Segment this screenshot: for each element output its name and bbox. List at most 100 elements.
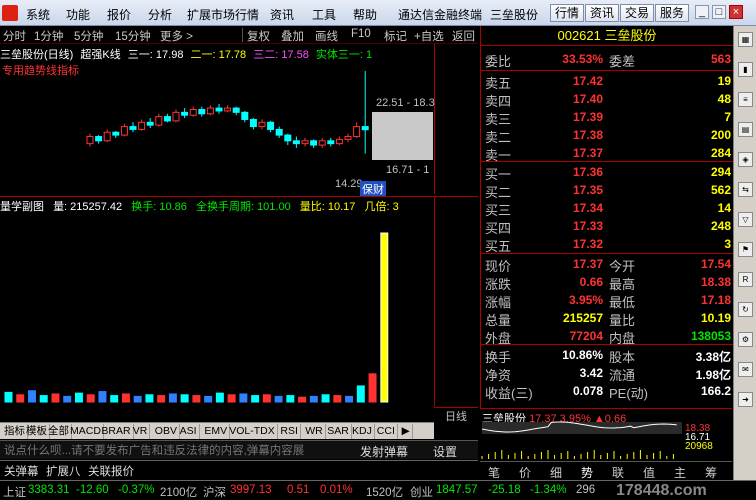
bid-row[interactable]: 买二 17.35 562 [481, 181, 733, 200]
grid-icon[interactable]: ▤ [738, 122, 753, 137]
menu-tools[interactable]: 工具 [312, 6, 336, 23]
period-5min[interactable]: 5分钟 [74, 28, 103, 44]
quote-tab[interactable]: 势 [581, 464, 593, 481]
candle [138, 121, 146, 130]
volume-bar [74, 392, 83, 403]
overlay-button[interactable]: 叠加 [281, 28, 304, 44]
cy-index-value: 1847.57 [436, 484, 478, 496]
fund-row: 换手 10.86% 股本 3.38亿 [481, 346, 733, 365]
filter-icon[interactable]: ▽ [738, 212, 753, 227]
ask-row[interactable]: 卖四 17.40 48 [481, 90, 733, 109]
order-ratio-row: 委比 33.53% 委差 563 [481, 50, 733, 69]
bid-row[interactable]: 买一 17.36 294 [481, 163, 733, 182]
danmaku-send-button[interactable]: 发射弹幕 [360, 443, 408, 460]
adjust-button[interactable]: 复权 [247, 28, 270, 44]
tab-extension[interactable]: 扩展八 [46, 463, 81, 479]
bid-row[interactable]: 买三 17.34 14 [481, 199, 733, 218]
indicator-tab[interactable]: WR [303, 424, 326, 439]
volume-chart[interactable] [0, 196, 434, 406]
indicator-tab[interactable]: BRAR [99, 424, 134, 439]
mark-button[interactable]: 标记 [384, 28, 407, 44]
period-day-label[interactable]: 日线 [434, 407, 478, 423]
sh-index-name[interactable]: 上证 [3, 484, 26, 500]
menu-function[interactable]: 功能 [66, 6, 90, 23]
flag-icon[interactable]: ⚑ [738, 242, 753, 257]
quote-tab[interactable]: 主 [674, 464, 686, 481]
chart-icon[interactable]: ▦ [738, 32, 753, 47]
quote-button[interactable]: 行情 [550, 4, 585, 22]
service-button[interactable]: 服务 [655, 4, 690, 22]
settings-icon[interactable]: ⚙ [738, 332, 753, 347]
period-more[interactable]: 更多 > [160, 28, 193, 44]
low-price-label: 14.29 [335, 178, 363, 190]
f10-button[interactable]: F10 [351, 28, 371, 40]
ask-row[interactable]: 卖三 17.39 7 [481, 108, 733, 127]
tab-close-danmaku[interactable]: 关弹幕 [4, 463, 39, 479]
quote-tab[interactable]: 值 [643, 464, 655, 481]
menu-system[interactable]: 系统 [26, 6, 50, 23]
quote-tab[interactable]: 价 [519, 464, 531, 481]
list-icon[interactable]: ≡ [738, 92, 753, 107]
menu-analysis[interactable]: 分析 [148, 6, 172, 23]
menu-help[interactable]: 帮助 [353, 6, 377, 23]
trade-button[interactable]: 交易 [620, 4, 655, 22]
ask-row[interactable]: 卖一 17.37 284 [481, 144, 733, 163]
quote-tab[interactable]: 筹 [705, 464, 717, 481]
full-turnover-label: 全换手周期: 101.00 [195, 201, 291, 213]
maximize-icon[interactable]: □ [712, 5, 726, 19]
bar-icon[interactable]: ▮ [738, 62, 753, 77]
menu-news[interactable]: 资讯 [270, 6, 294, 23]
quote-tab[interactable]: 笔 [488, 464, 500, 481]
indicator-tab[interactable]: ASI [178, 424, 200, 439]
multiple-label: 几倍: 3 [364, 201, 399, 213]
info-button[interactable]: 资讯 [585, 4, 620, 22]
ask-row[interactable]: 卖二 17.38 200 [481, 126, 733, 145]
indicator-tab[interactable]: KDJ [350, 424, 375, 439]
indicator-tab[interactable]: SAR [325, 424, 352, 439]
volume-bar [86, 394, 95, 403]
rsi-icon[interactable]: R [738, 272, 753, 287]
app-logo-icon [2, 5, 18, 21]
mini-intraday-chart[interactable]: 三垒股份 17.37 3.95% ▲0.66 18.38 16.71 20968 [480, 408, 732, 460]
bid-row[interactable]: 买四 17.33 248 [481, 217, 733, 236]
volume-bar [180, 394, 189, 403]
danmaku-settings-button[interactable]: 设置 [433, 443, 457, 460]
compare-icon[interactable]: ⇆ [738, 182, 753, 197]
menu-quote[interactable]: 报价 [107, 6, 131, 23]
cy-index-name[interactable]: 创业 [410, 484, 433, 500]
refresh-icon[interactable]: ↻ [738, 302, 753, 317]
volume-bar [98, 391, 107, 403]
quote-tab[interactable]: 联 [612, 464, 624, 481]
tab-related-quote[interactable]: 关联报价 [88, 463, 134, 479]
close-icon[interactable]: × [729, 5, 743, 19]
hint-tag[interactable]: 保财 [360, 181, 386, 197]
indicator-tab[interactable]: VR [131, 424, 151, 439]
hs-index-name[interactable]: 沪深 [203, 484, 226, 500]
analysis-icon[interactable]: ◈ [738, 152, 753, 167]
period-1min[interactable]: 1分钟 [34, 28, 63, 44]
period-timeshare[interactable]: 分时 [3, 28, 26, 44]
period-15min[interactable]: 15分钟 [115, 28, 151, 44]
quote-tab[interactable]: 细 [550, 464, 562, 481]
bid-row[interactable]: 买五 17.32 3 [481, 235, 733, 254]
quote-tabs: 笔价细势联值主筹 [480, 461, 732, 481]
indicator-tab[interactable]: VOL-TDX [227, 424, 278, 439]
back-button[interactable]: 返回 [452, 28, 475, 44]
row-volume: 3 [724, 237, 731, 251]
candle [301, 140, 309, 145]
minimize-icon[interactable]: _ [695, 5, 709, 19]
danmaku-input[interactable] [4, 444, 354, 458]
candle [249, 118, 257, 128]
ask-row[interactable]: 卖五 17.42 19 [481, 72, 733, 91]
draw-line-button[interactable]: 画线 [315, 28, 338, 44]
news-icon[interactable]: ✉ [738, 362, 753, 377]
arrow-icon[interactable]: ➜ [738, 392, 753, 407]
menu-ext-market[interactable]: 扩展市场行情 [187, 6, 259, 23]
indicator-tab[interactable]: CCI [375, 424, 398, 439]
indicator-tab[interactable]: OBV [153, 424, 180, 439]
indicator-tab[interactable]: ▶ [400, 424, 413, 439]
indicator-tab[interactable]: RSI [278, 424, 301, 439]
indicator-tab[interactable]: EMV [202, 424, 231, 439]
row-volume: 284 [710, 146, 731, 160]
add-watchlist-button[interactable]: +自选 [414, 28, 444, 44]
